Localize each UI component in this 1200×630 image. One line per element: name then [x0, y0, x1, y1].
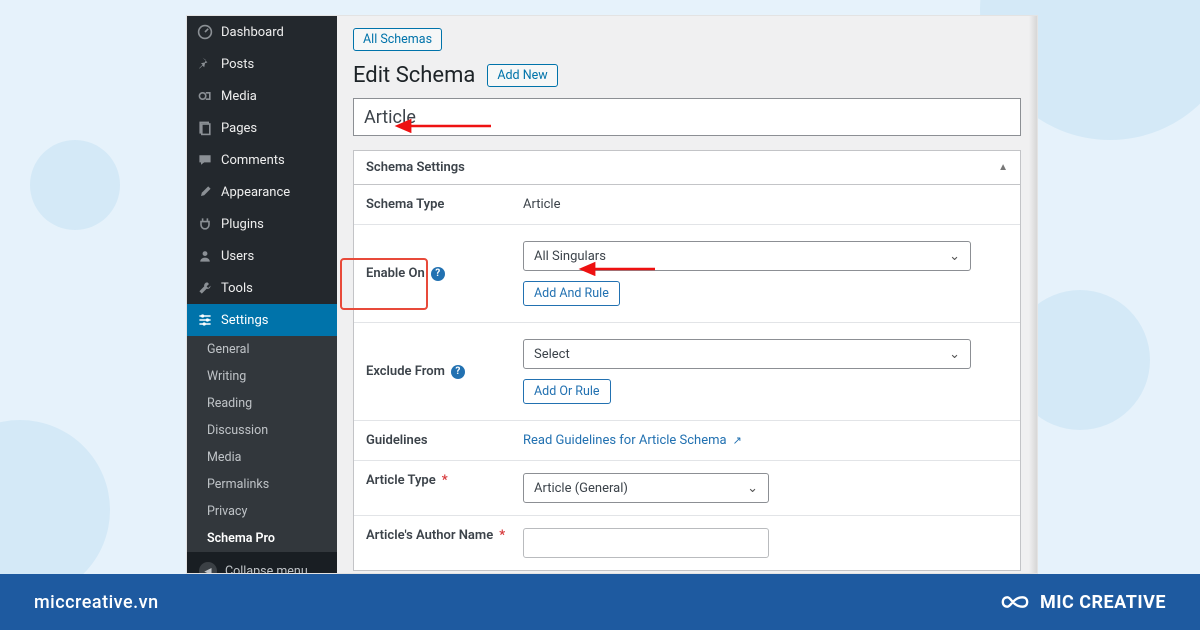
infinity-logo-icon	[1000, 587, 1030, 617]
sidebar-item-media[interactable]: Media	[187, 80, 337, 112]
article-type-select[interactable]: Article (General) ⌄	[523, 473, 769, 503]
sidebar-item-label: Plugins	[221, 217, 264, 232]
pages-icon	[197, 120, 213, 136]
sidebar-item-users[interactable]: Users	[187, 240, 337, 272]
add-and-rule-button[interactable]: Add And Rule	[523, 281, 620, 306]
sidebar-sub-schema-pro[interactable]: Schema Pro	[187, 525, 337, 552]
required-asterisk: *	[499, 528, 505, 543]
help-icon[interactable]: ?	[451, 365, 465, 379]
panel-heading[interactable]: Schema Settings ▲	[354, 151, 1020, 185]
enable-on-label: Enable On	[366, 266, 425, 281]
page-title: Edit Schema	[353, 63, 475, 88]
article-type-selected: Article (General)	[534, 481, 628, 496]
help-icon[interactable]: ?	[431, 267, 445, 281]
sidebar-sub-reading[interactable]: Reading	[187, 390, 337, 417]
enable-on-select[interactable]: All Singulars ⌄	[523, 241, 971, 271]
article-type-label: Article Type	[366, 473, 436, 488]
brush-icon	[197, 184, 213, 200]
chevron-down-icon: ⌄	[949, 347, 960, 362]
sidebar-item-settings[interactable]: Settings	[187, 304, 337, 336]
sidebar-item-label: Tools	[221, 281, 253, 296]
row-schema-type: Schema Type Article	[354, 185, 1020, 225]
schema-title-input[interactable]	[353, 98, 1021, 136]
schema-type-label: Schema Type	[366, 197, 444, 212]
bg-blob	[30, 140, 120, 230]
bg-blob	[0, 420, 110, 600]
media-icon	[197, 88, 213, 104]
footer-brand-text: MIC CREATIVE	[1040, 592, 1166, 613]
triangle-up-icon: ▲	[998, 162, 1008, 173]
collapse-label: Collapse menu	[225, 564, 308, 575]
sidebar-item-dashboard[interactable]: Dashboard	[187, 16, 337, 48]
chevron-down-icon: ⌄	[949, 249, 960, 264]
chevron-down-icon: ⌄	[747, 481, 758, 496]
author-name-label: Article's Author Name	[366, 528, 493, 543]
sidebar-item-plugins[interactable]: Plugins	[187, 208, 337, 240]
sidebar-item-posts[interactable]: Posts	[187, 48, 337, 80]
external-link-icon: ↗	[733, 434, 742, 447]
plug-icon	[197, 216, 213, 232]
sidebar-sub-discussion[interactable]: Discussion	[187, 417, 337, 444]
sidebar-sub-general[interactable]: General	[187, 336, 337, 363]
author-name-select[interactable]	[523, 528, 769, 558]
pin-icon	[197, 56, 213, 72]
schema-settings-panel: Schema Settings ▲ Schema Type Article En…	[353, 150, 1021, 571]
sidebar-sub-media[interactable]: Media	[187, 444, 337, 471]
add-or-rule-button[interactable]: Add Or Rule	[523, 379, 611, 404]
footer-site-url: miccreative.vn	[34, 592, 159, 613]
sidebar-item-label: Settings	[221, 313, 268, 328]
exclude-from-label: Exclude From	[366, 364, 445, 379]
sidebar-item-label: Comments	[221, 153, 285, 168]
wp-admin-sidebar: Dashboard Posts Media Pages Comments App…	[187, 16, 337, 573]
sidebar-item-label: Appearance	[221, 185, 290, 200]
chevron-left-icon: ◄	[199, 562, 217, 574]
row-article-type: Article Type * Article (General) ⌄	[354, 461, 1020, 516]
sidebar-item-label: Media	[221, 89, 257, 104]
row-guidelines: Guidelines Read Guidelines for Article S…	[354, 421, 1020, 461]
app-window: Dashboard Posts Media Pages Comments App…	[186, 15, 1038, 574]
enable-on-selected: All Singulars	[534, 249, 606, 264]
required-asterisk: *	[442, 473, 448, 488]
sidebar-item-comments[interactable]: Comments	[187, 144, 337, 176]
add-new-button[interactable]: Add New	[487, 64, 557, 87]
guidelines-link-text: Read Guidelines for Article Schema	[523, 433, 727, 448]
comment-icon	[197, 152, 213, 168]
all-schemas-button[interactable]: All Schemas	[353, 28, 442, 51]
sidebar-item-pages[interactable]: Pages	[187, 112, 337, 144]
guidelines-label: Guidelines	[366, 433, 428, 448]
sidebar-item-tools[interactable]: Tools	[187, 272, 337, 304]
sidebar-sub-privacy[interactable]: Privacy	[187, 498, 337, 525]
user-icon	[197, 248, 213, 264]
exclude-from-select[interactable]: Select ⌄	[523, 339, 971, 369]
sliders-icon	[197, 312, 213, 328]
exclude-from-selected: Select	[534, 347, 570, 362]
guidelines-link[interactable]: Read Guidelines for Article Schema ↗	[523, 433, 742, 448]
row-enable-on: Enable On ? All Singulars ⌄ Add And Rule	[354, 225, 1020, 323]
sidebar-item-label: Users	[221, 249, 254, 264]
panel-heading-label: Schema Settings	[366, 160, 465, 175]
sidebar-item-appearance[interactable]: Appearance	[187, 176, 337, 208]
brand-footer: miccreative.vn MIC CREATIVE	[0, 574, 1200, 630]
sidebar-sub-writing[interactable]: Writing	[187, 363, 337, 390]
sidebar-item-label: Posts	[221, 57, 254, 72]
schema-type-value: Article	[523, 197, 560, 212]
footer-brand: MIC CREATIVE	[1000, 587, 1166, 617]
row-exclude-from: Exclude From ? Select ⌄ Add Or Rule	[354, 323, 1020, 421]
dashboard-icon	[197, 24, 213, 40]
wrench-icon	[197, 280, 213, 296]
collapse-menu-button[interactable]: ◄ Collapse menu	[187, 552, 337, 574]
sidebar-item-label: Pages	[221, 121, 257, 136]
main-content: All Schemas Edit Schema Add New Schema S…	[337, 16, 1037, 573]
sidebar-sub-permalinks[interactable]: Permalinks	[187, 471, 337, 498]
row-author-name: Article's Author Name *	[354, 516, 1020, 570]
sidebar-item-label: Dashboard	[221, 25, 284, 40]
